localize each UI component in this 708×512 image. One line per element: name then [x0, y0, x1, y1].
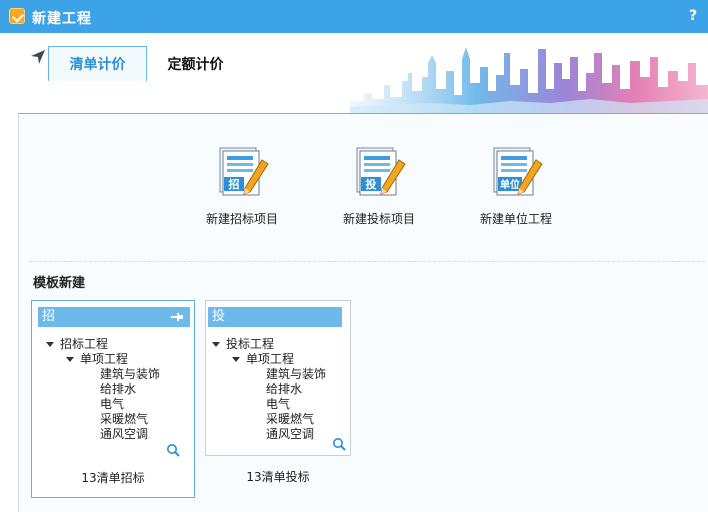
tree-node-leaf[interactable]: 通风空调: [46, 427, 160, 442]
help-icon[interactable]: ?: [686, 8, 700, 24]
new-tender-project-button[interactable]: 投 新建投标项目: [324, 142, 434, 232]
caret-down-icon[interactable]: [232, 357, 240, 362]
tree-node-leaf[interactable]: 电气: [46, 397, 160, 412]
location-arrow-icon: [31, 49, 45, 64]
tree-node-label: 投标工程: [226, 337, 275, 351]
template-caption: 13清单招标: [81, 471, 145, 485]
new-tender-project-label: 新建投标项目: [342, 212, 415, 226]
caret-down-icon[interactable]: [66, 357, 74, 362]
project-badge: 单位: [500, 178, 520, 191]
tree-node-leaf[interactable]: 给排水: [212, 382, 326, 397]
tab-content-panel: 招 新建招标项目 投 新建投标项目 单位 新建单位工程 模板新建 招 招标工程 …: [18, 113, 708, 512]
app-icon: [9, 8, 25, 24]
template-tree: 招标工程 单项工程 建筑与装饰 给排水 电气 采暖燃气 通风空调: [46, 337, 160, 442]
project-badge: 投: [366, 177, 377, 191]
caret-down-icon[interactable]: [46, 342, 54, 347]
tree-node-leaf[interactable]: 电气: [212, 397, 326, 412]
new-bid-project-label: 新建招标项目: [205, 212, 278, 226]
tab-quota-pricing[interactable]: 定额计价: [148, 46, 243, 81]
template-card-header: 投: [208, 307, 342, 327]
template-card-head-label: 招: [42, 309, 56, 324]
window-title: 新建工程: [32, 11, 92, 27]
new-unit-project-button[interactable]: 单位 新建单位工程: [461, 142, 571, 232]
tree-node-child[interactable]: 单项工程: [46, 352, 160, 367]
project-badge: 招: [229, 177, 240, 191]
pin-icon[interactable]: [170, 310, 184, 324]
section-divider: [29, 261, 705, 262]
title-bar: 新建工程 ?: [0, 0, 708, 33]
new-project-dialog: 新建工程 ? 地区 甘肃 清单计价 定额计价: [0, 0, 708, 512]
city-skyline-illustration: [350, 47, 708, 113]
tree-node-root[interactable]: 投标工程: [212, 337, 326, 352]
tree-node-leaf[interactable]: 通风空调: [212, 427, 326, 442]
tree-node-label: 单项工程: [80, 352, 129, 366]
document-pencil-icon: 招: [219, 147, 269, 196]
tree-node-child[interactable]: 单项工程: [212, 352, 326, 367]
template-card-tender[interactable]: 投 投标工程 单项工程 建筑与装饰 给排水 电气 采暖燃气 通风空调: [205, 300, 351, 456]
tree-node-leaf[interactable]: 采暖燃气: [212, 412, 326, 427]
tab-bill-pricing[interactable]: 清单计价: [48, 46, 147, 81]
tree-node-root[interactable]: 招标工程: [46, 337, 160, 352]
document-pencil-icon: 单位: [493, 147, 543, 196]
caret-down-icon[interactable]: [212, 342, 220, 347]
template-card-header: 招: [38, 307, 190, 327]
template-card-bid[interactable]: 招 招标工程 单项工程 建筑与装饰 给排水 电气 采暖燃气 通风空调 13清单招…: [31, 300, 195, 498]
new-unit-project-label: 新建单位工程: [479, 212, 552, 226]
tree-node-label: 单项工程: [246, 352, 295, 366]
tree-node-leaf[interactable]: 采暖燃气: [46, 412, 160, 427]
tree-node-leaf[interactable]: 给排水: [46, 382, 160, 397]
template-tree: 投标工程 单项工程 建筑与装饰 给排水 电气 采暖燃气 通风空调: [212, 337, 326, 442]
tree-node-leaf[interactable]: 建筑与装饰: [46, 367, 160, 382]
template-section-title: 模板新建: [33, 276, 86, 291]
magnifier-icon[interactable]: [332, 437, 346, 451]
template-card-head-label: 投: [212, 309, 226, 324]
new-bid-project-button[interactable]: 招 新建招标项目: [187, 142, 297, 232]
tree-node-label: 招标工程: [60, 337, 109, 351]
tree-node-leaf[interactable]: 建筑与装饰: [212, 367, 326, 382]
magnifier-icon[interactable]: [166, 443, 180, 457]
document-pencil-icon: 投: [356, 147, 406, 196]
template-caption: 13清单投标: [246, 470, 310, 484]
